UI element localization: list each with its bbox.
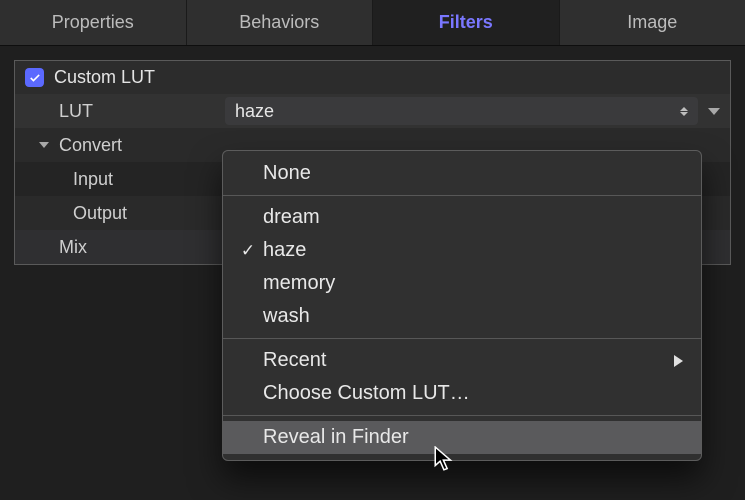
tab-label: Filters — [439, 12, 493, 33]
submenu-arrow-icon — [674, 355, 683, 367]
filter-header: Custom LUT — [15, 61, 730, 94]
menu-separator — [223, 415, 701, 416]
menu-item-lut[interactable]: memory — [223, 267, 701, 300]
tab-image[interactable]: Image — [560, 0, 745, 45]
menu-item-label: haze — [259, 239, 306, 262]
menu-item-lut[interactable]: wash — [223, 300, 701, 333]
menu-item-label: Recent — [259, 349, 326, 372]
lut-select[interactable]: haze — [225, 97, 698, 125]
menu-item-label: Reveal in Finder — [259, 426, 409, 449]
menu-item-label: dream — [259, 206, 320, 229]
menu-item-reveal-in-finder[interactable]: Reveal in Finder — [223, 421, 701, 454]
menu-item-recent[interactable]: Recent — [223, 344, 701, 377]
menu-separator — [223, 195, 701, 196]
tab-label: Properties — [52, 12, 134, 33]
param-row-lut: LUT haze — [15, 94, 730, 128]
tab-filters[interactable]: Filters — [373, 0, 560, 45]
menu-item-label: memory — [259, 272, 335, 295]
chevron-down-icon[interactable] — [708, 108, 720, 115]
menu-item-choose-lut[interactable]: Choose Custom LUT… — [223, 377, 701, 410]
disclosure-triangle-icon[interactable] — [39, 142, 49, 148]
tab-properties[interactable]: Properties — [0, 0, 187, 45]
check-icon — [28, 71, 42, 85]
check-icon: ✓ — [237, 241, 259, 261]
param-label: Mix — [15, 237, 225, 258]
lut-dropdown-menu: None dream ✓ haze memory wash Recent Cho… — [222, 150, 702, 461]
tab-behaviors[interactable]: Behaviors — [187, 0, 374, 45]
filter-title: Custom LUT — [54, 67, 155, 88]
menu-item-lut[interactable]: ✓ haze — [223, 234, 701, 267]
menu-item-lut[interactable]: dream — [223, 201, 701, 234]
param-label: LUT — [15, 101, 225, 122]
menu-item-label: wash — [259, 305, 310, 328]
param-label: Output — [15, 203, 225, 224]
tab-label: Behaviors — [239, 12, 319, 33]
menu-item-label: Choose Custom LUT… — [259, 382, 470, 405]
menu-item-label: None — [259, 162, 311, 185]
updown-icon — [680, 107, 688, 115]
menu-separator — [223, 338, 701, 339]
lut-select-value: haze — [235, 101, 274, 122]
tab-label: Image — [627, 12, 677, 33]
menu-item-none[interactable]: None — [223, 157, 701, 190]
param-label: Input — [15, 169, 225, 190]
filter-enable-checkbox[interactable] — [25, 68, 44, 87]
